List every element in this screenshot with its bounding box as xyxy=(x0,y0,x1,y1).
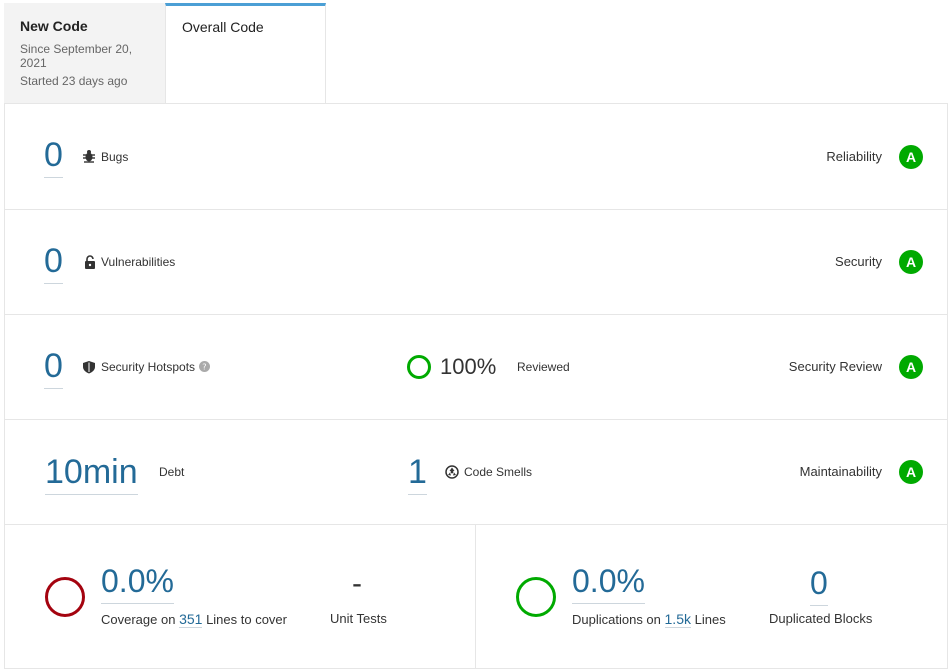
security-review-label: Security Review xyxy=(788,359,882,374)
code-smells-value[interactable]: 1 xyxy=(408,454,427,495)
reviewed-label: Reviewed xyxy=(517,360,570,374)
reliability-label: Reliability xyxy=(826,149,882,164)
duplications-ring-icon xyxy=(516,577,556,617)
help-icon[interactable]: ? xyxy=(199,361,210,372)
security-row: 0 Vulnerabilities Security A xyxy=(5,210,947,315)
tab-new-code-title: New Code xyxy=(20,18,88,34)
tab-new-code[interactable]: New Code Since September 20, 2021 Starte… xyxy=(4,3,165,104)
shield-icon xyxy=(83,361,95,374)
vulnerabilities-label: Vulnerabilities xyxy=(101,255,176,269)
security-hotspots-value[interactable]: 0 xyxy=(44,348,63,389)
maintainability-label: Maintainability xyxy=(799,464,882,479)
coverage-ring-icon xyxy=(45,577,85,617)
reliability-rating-badge[interactable]: A xyxy=(899,145,923,169)
bugs-value[interactable]: 0 xyxy=(44,137,63,178)
duplications-lines-link[interactable]: 1.5k xyxy=(664,611,691,628)
tab-new-code-since: Since September 20, 2021 xyxy=(20,42,133,70)
period-tabs: New Code Since September 20, 2021 Starte… xyxy=(0,0,951,104)
duplications-lines-text: Duplications on 1.5k Lines xyxy=(572,611,726,628)
security-rating-badge[interactable]: A xyxy=(899,250,923,274)
security-hotspots-label: Security Hotspots xyxy=(101,360,196,374)
debt-value[interactable]: 10min xyxy=(45,454,138,495)
reviewed-ring-icon xyxy=(407,355,431,379)
duplicated-blocks-value[interactable]: 0 xyxy=(810,565,828,606)
coverage-suffix: Lines to cover xyxy=(206,612,287,627)
debt-label: Debt xyxy=(159,465,185,479)
svg-text:?: ? xyxy=(202,362,206,372)
duplications-prefix: Duplications on xyxy=(572,612,661,627)
reliability-row: 0 Bugs Reliability A xyxy=(5,104,947,210)
duplications-value[interactable]: 0.0% xyxy=(572,563,645,604)
code-smell-icon xyxy=(445,465,459,479)
maintainability-row: 10min Debt 1 Code Smells Maintainability… xyxy=(5,420,947,525)
maintainability-rating-badge[interactable]: A xyxy=(899,460,923,484)
tab-overall-code-title: Overall Code xyxy=(182,19,264,35)
coverage-value[interactable]: 0.0% xyxy=(101,563,174,604)
bugs-label: Bugs xyxy=(101,150,129,164)
tab-overall-code[interactable]: Overall Code xyxy=(165,3,326,104)
coverage-lines-text: Coverage on 351 Lines to cover xyxy=(101,611,287,628)
security-review-rating-badge[interactable]: A xyxy=(899,355,923,379)
code-smells-label: Code Smells xyxy=(464,465,533,479)
coverage-prefix: Coverage on xyxy=(101,612,176,627)
security-review-row: 0 Security Hotspots ? 100% Reviewed Secu… xyxy=(5,315,947,420)
reviewed-value[interactable]: 100% xyxy=(440,354,496,380)
duplications-suffix: Lines xyxy=(694,612,726,627)
coverage-duplications-divider xyxy=(475,525,476,668)
unit-tests-label: Unit Tests xyxy=(330,611,387,626)
duplicated-blocks-label: Duplicated Blocks xyxy=(769,611,873,626)
security-label: Security xyxy=(835,254,882,269)
unlock-icon xyxy=(85,255,95,269)
coverage-lines-link[interactable]: 351 xyxy=(179,611,203,628)
bug-icon xyxy=(83,150,95,163)
vulnerabilities-value[interactable]: 0 xyxy=(44,243,63,284)
tab-new-code-started: Started 23 days ago xyxy=(20,74,128,88)
unit-tests-value[interactable]: - xyxy=(352,567,362,601)
